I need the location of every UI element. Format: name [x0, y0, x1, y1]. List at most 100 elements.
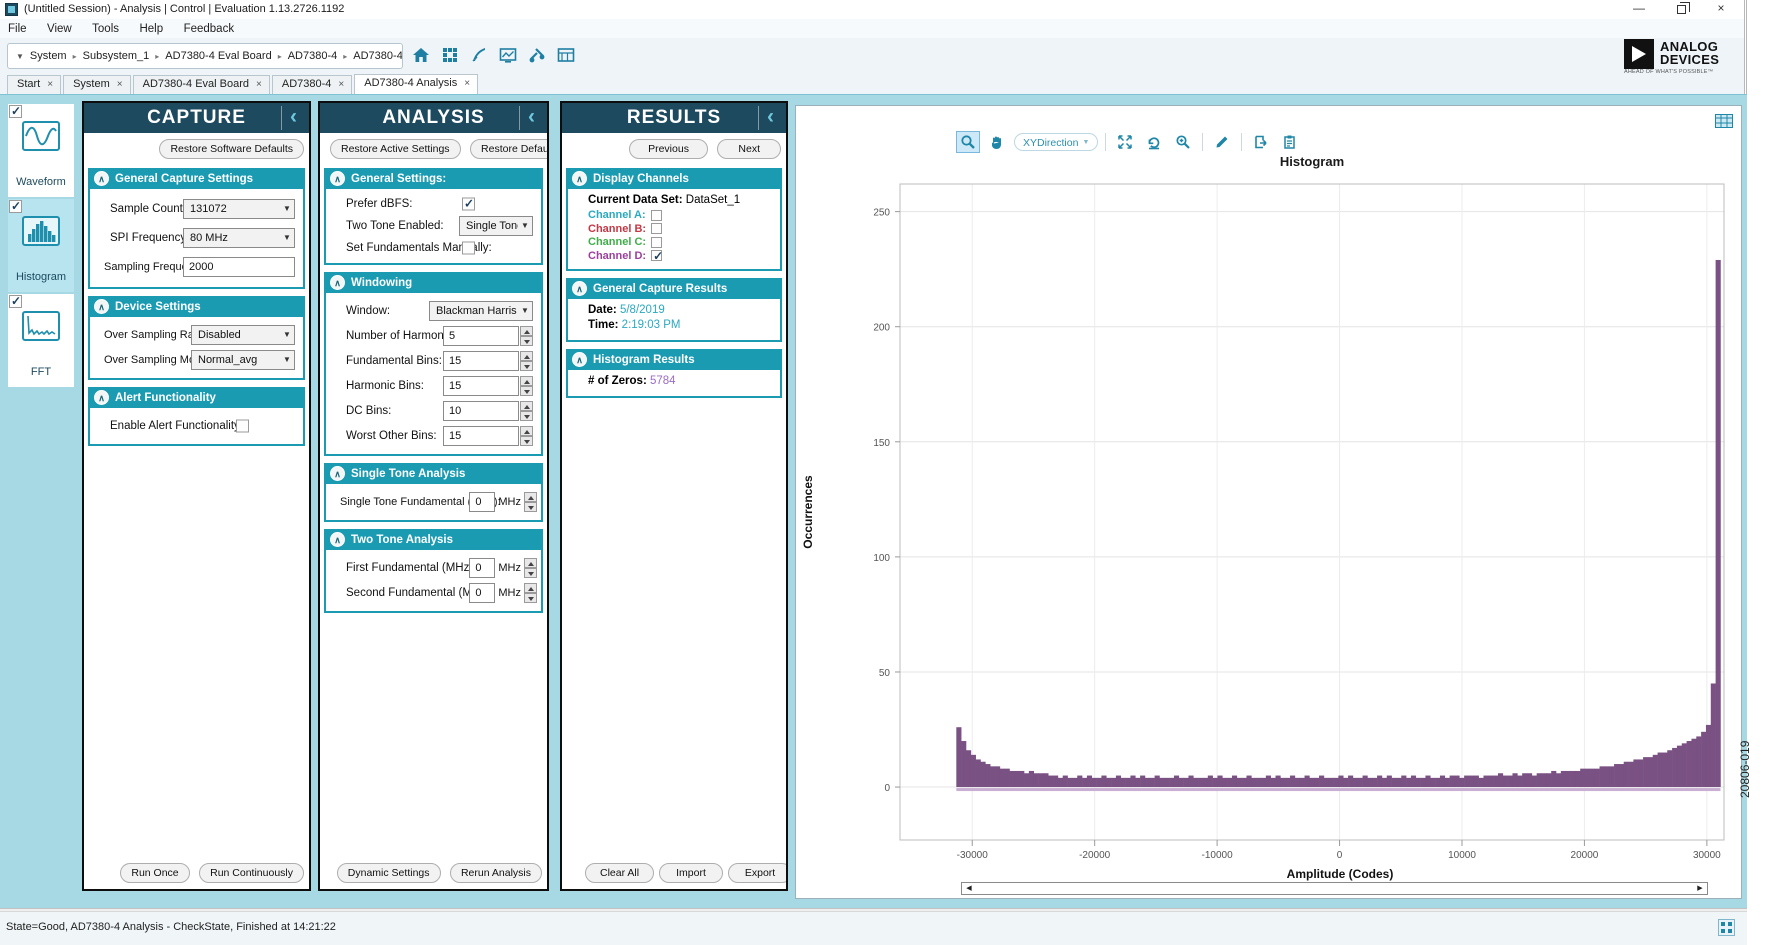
close-button[interactable]: × — [1706, 1, 1736, 17]
channel-a-checkbox[interactable] — [651, 210, 662, 221]
close-icon[interactable]: × — [256, 79, 262, 90]
menu-tools[interactable]: Tools — [84, 21, 127, 37]
histogram-checkbox[interactable] — [9, 200, 22, 213]
spinner-arrows-icon[interactable] — [520, 426, 533, 446]
tab-analysis[interactable]: AD7380-4 Analysis× — [354, 74, 478, 94]
channel-b-checkbox[interactable] — [651, 223, 662, 234]
channel-c-checkbox[interactable] — [651, 237, 662, 248]
horizontal-scrollbar[interactable]: ◀ ▶ — [961, 882, 1708, 895]
enable-alert-checkbox[interactable] — [236, 419, 249, 432]
spinner-arrows-icon[interactable] — [524, 583, 537, 603]
breadcrumb-subsystem[interactable]: Subsystem_1 — [83, 50, 150, 62]
scroll-left-icon[interactable]: ◀ — [962, 883, 976, 894]
sidebar-item-histogram[interactable]: Histogram — [8, 199, 74, 292]
collapse-section-icon[interactable]: ∧ — [94, 171, 109, 186]
spinner-arrows-icon[interactable] — [520, 376, 533, 396]
breadcrumb-device[interactable]: AD7380-4 — [288, 50, 338, 62]
sidebar-item-fft[interactable]: FFT — [8, 294, 74, 387]
first-fundamental-stepper[interactable]: MHz — [469, 558, 537, 578]
over-sampling-mode-dropdown[interactable]: Normal_avg▼ — [191, 350, 295, 370]
home-icon[interactable] — [410, 44, 432, 66]
breadcrumb[interactable]: ▼System▸Subsystem_1▸AD7380-4 Eval Board▸… — [7, 43, 403, 69]
histogram-plot[interactable]: -30000-20000-100000100002000030000050100… — [796, 106, 1741, 900]
run-once-button[interactable]: Run Once — [120, 863, 189, 883]
collapse-section-icon[interactable]: ∧ — [330, 466, 345, 481]
spi-frequency-dropdown[interactable]: 80 MHz▼ — [183, 228, 295, 248]
close-icon[interactable]: × — [47, 79, 53, 90]
window-dropdown[interactable]: Blackman Harris 7▼ — [429, 301, 533, 321]
worst-other-bins-stepper[interactable] — [443, 426, 533, 446]
collapse-left-icon[interactable]: ‹ — [281, 106, 305, 130]
fft-checkbox[interactable] — [9, 295, 22, 308]
macro-quill-icon[interactable] — [468, 44, 490, 66]
status-bar: State=Good, AD7380-4 Analysis - CheckSta… — [0, 912, 1747, 945]
clear-all-button[interactable]: Clear All — [585, 863, 654, 883]
spi-frequency-label: SPI Frequency: — [110, 232, 189, 244]
import-button[interactable]: Import — [659, 863, 723, 883]
prefer-dbfs-checkbox[interactable] — [462, 197, 475, 210]
spinner-arrows-icon[interactable] — [524, 558, 537, 578]
spinner-arrows-icon[interactable] — [520, 401, 533, 421]
maximize-button[interactable] — [1666, 1, 1696, 17]
collapse-left-icon[interactable]: ‹ — [519, 106, 543, 130]
menu-help[interactable]: Help — [131, 21, 171, 37]
close-icon[interactable]: × — [464, 78, 470, 89]
restore-defaults-button[interactable]: Restore Defaults — [470, 139, 547, 159]
collapse-section-icon[interactable]: ∧ — [572, 352, 587, 367]
tab-system[interactable]: System× — [63, 75, 131, 94]
set-fundamentals-checkbox[interactable] — [462, 241, 475, 254]
menu-feedback[interactable]: Feedback — [176, 21, 243, 37]
second-fundamental-stepper[interactable]: MHz — [469, 583, 537, 603]
tab-start[interactable]: Start× — [7, 75, 61, 94]
fundamental-bins-stepper[interactable] — [443, 351, 533, 371]
previous-button[interactable]: Previous — [629, 139, 708, 159]
spinner-arrows-icon[interactable] — [520, 351, 533, 371]
sample-count-dropdown[interactable]: 131072▼ — [183, 199, 295, 219]
single-tone-fundamental-stepper[interactable]: MHz — [469, 492, 537, 512]
breadcrumb-eval-board[interactable]: AD7380-4 Eval Board — [165, 50, 271, 62]
restore-software-defaults-button[interactable]: Restore Software Defaults — [159, 139, 304, 159]
collapse-section-icon[interactable]: ∧ — [330, 532, 345, 547]
collapse-section-icon[interactable]: ∧ — [572, 171, 587, 186]
over-sampling-ratio-dropdown[interactable]: Disabled▼ — [191, 325, 295, 345]
number-of-harmonics-stepper[interactable] — [443, 326, 533, 346]
spinner-arrows-icon[interactable] — [520, 326, 533, 346]
waveform-checkbox[interactable] — [9, 105, 22, 118]
restore-active-settings-button[interactable]: Restore Active Settings — [330, 139, 461, 159]
collapse-section-icon[interactable]: ∧ — [330, 171, 345, 186]
menu-view[interactable]: View — [39, 21, 80, 37]
dynamic-settings-button[interactable]: Dynamic Settings — [337, 863, 441, 883]
run-continuously-button[interactable]: Run Continuously — [199, 863, 304, 883]
plugin-tools-icon[interactable] — [526, 44, 548, 66]
collapse-left-icon[interactable]: ‹ — [758, 106, 782, 130]
fft-icon — [22, 311, 60, 341]
sidebar-item-waveform[interactable]: Waveform — [8, 104, 74, 197]
breadcrumb-system[interactable]: System — [30, 50, 67, 62]
breadcrumb-analysis[interactable]: AD7380-4 Analysis — [353, 50, 403, 62]
register-map-icon[interactable] — [555, 44, 577, 66]
export-button[interactable]: Export — [728, 863, 786, 883]
next-button[interactable]: Next — [717, 139, 781, 159]
tab-device[interactable]: AD7380-4× — [272, 75, 352, 94]
collapse-section-icon[interactable]: ∧ — [572, 281, 587, 296]
dc-bins-stepper[interactable] — [443, 401, 533, 421]
tab-eval-board[interactable]: AD7380-4 Eval Board× — [133, 75, 270, 94]
scroll-right-icon[interactable]: ▶ — [1693, 883, 1707, 894]
collapse-section-icon[interactable]: ∧ — [330, 275, 345, 290]
collapse-section-icon[interactable]: ∧ — [94, 299, 109, 314]
current-data-set-value: DataSet_1 — [686, 194, 740, 206]
status-grid-icon[interactable] — [1718, 919, 1735, 936]
matrix-view-icon[interactable] — [439, 44, 461, 66]
close-icon[interactable]: × — [338, 79, 344, 90]
close-icon[interactable]: × — [117, 79, 123, 90]
minimize-button[interactable]: — — [1624, 1, 1654, 17]
menu-file[interactable]: File — [0, 21, 35, 37]
rerun-analysis-button[interactable]: Rerun Analysis — [450, 863, 542, 883]
channel-d-checkbox[interactable] — [651, 250, 662, 261]
display-plot-icon[interactable] — [497, 44, 519, 66]
spinner-arrows-icon[interactable] — [524, 492, 537, 512]
sampling-frequency-input[interactable] — [183, 257, 295, 277]
collapse-section-icon[interactable]: ∧ — [94, 390, 109, 405]
harmonic-bins-stepper[interactable] — [443, 376, 533, 396]
two-tone-enabled-dropdown[interactable]: Single Tone▼ — [459, 216, 533, 236]
